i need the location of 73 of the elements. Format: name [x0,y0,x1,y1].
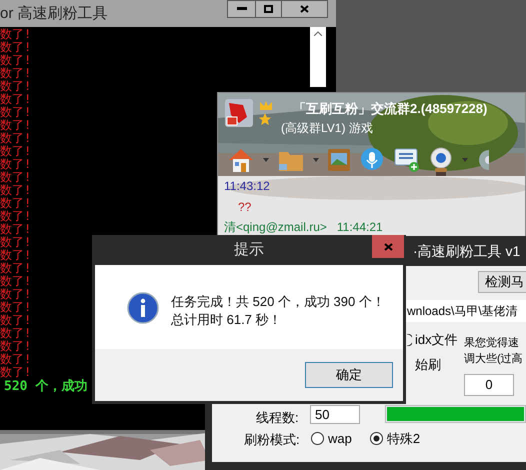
message-text: ?? [238,198,252,216]
maximize-icon [264,5,273,13]
hint-text: 调大些(过高 [464,352,523,367]
console-line: 数了! [0,145,32,158]
group-info: (高级群LV1) 游戏 [281,120,374,136]
console-line: 数了! [0,223,32,236]
mode-radio[interactable]: 特殊2 [370,429,420,448]
console-line: 数了! [0,28,32,41]
message-time: 11:43:12 [224,178,270,194]
gear-icon[interactable] [477,148,489,172]
minimize-icon [236,7,246,11]
dialog-title: 提示 [234,240,264,260]
message-text: 任务完成！共 520 个，成功 390 个！ [171,293,385,311]
star-icon [259,113,271,125]
message-text: 总计用时 61.7 秒！ [171,311,283,329]
console-line: 数了! [0,275,32,288]
console-line: 数了! [0,197,32,210]
close-icon [300,5,309,13]
console-line: 数了! [0,327,32,340]
console-line: 数了! [0,106,32,119]
console-line: 数了! [0,41,32,54]
path-field[interactable]: wnloads\马甲\基佬清 [406,300,526,322]
console-line: 数了! [0,93,32,106]
info-icon [127,292,159,324]
console-line: 数了! [0,67,32,80]
threads-label: 线程数: [256,409,299,427]
mode-radio[interactable]: wap [311,429,352,448]
chat-add-icon[interactable] [394,146,420,172]
console-line: 数了! [0,314,32,327]
radio-icon[interactable] [370,432,383,446]
window-title: ·高速刷粉工具 v1 [413,242,520,260]
console-line: 数了! [0,54,32,67]
threads-field[interactable]: 50 [310,405,360,424]
console-line: 数了! [0,80,32,93]
webcam-icon[interactable] [429,146,453,172]
dropdown-arrow-icon[interactable] [313,158,319,162]
group-name: 「互刷互粉」交流群2.(48597228) [292,100,488,118]
console-line: 数了! [0,184,32,197]
check-button[interactable]: 检测马 [478,271,526,293]
crown-icon [259,100,273,111]
message-time: 11:44:21 [336,218,383,236]
message-sender: 清<qing@zmail.ru> [224,218,327,236]
dropdown-arrow-icon[interactable] [263,158,269,162]
console-line: 数了! [0,158,32,171]
console-line: 数了! [0,210,32,223]
console-line: 数了! [0,119,32,132]
console-line: 数了! [0,301,32,314]
console-line: 数了! [0,236,32,249]
console-line: 数了! [0,340,32,353]
count-field[interactable]: 0 [464,374,514,396]
console-line: 520 个，成功 [4,379,88,394]
option-label: idx文件 [415,331,458,349]
console-line: 数了! [0,366,32,379]
close-icon [384,242,392,250]
microphone-icon[interactable] [359,146,385,172]
avatar-icon [225,99,253,127]
radio-icon[interactable] [407,334,412,346]
mode-label: 刷粉模式: [244,431,300,449]
radio-icon[interactable] [311,432,324,446]
start-label: 始刷 [415,356,441,374]
scroll-up-icon [314,31,322,36]
home-icon[interactable] [228,146,254,172]
window-title: or 高速刷粉工具 [0,4,108,24]
console-line: 数了! [0,132,32,145]
console-line: 数了! [0,262,32,275]
hint-text: 果您觉得速 [464,336,519,351]
console-line: 数了! [0,171,32,184]
scrollbar[interactable] [310,27,326,87]
ok-button[interactable]: 确定 [305,362,393,388]
console-line: 数了! [0,353,32,366]
console-line: 数了! [0,288,32,301]
close-button[interactable] [372,235,404,258]
console-line: 数了! [0,249,32,262]
